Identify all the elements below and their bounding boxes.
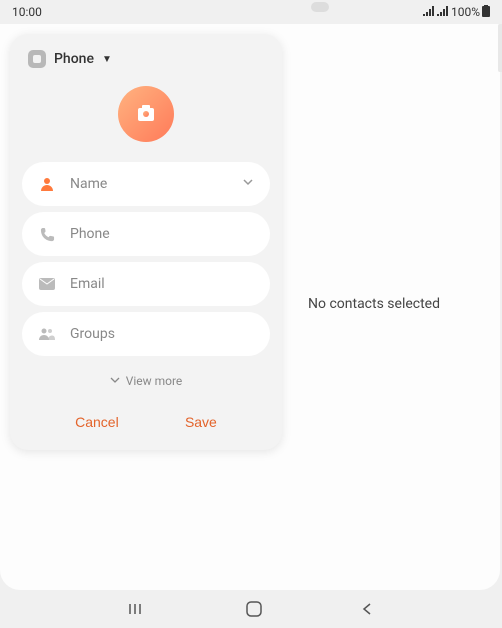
edge-panel-handle[interactable] — [498, 24, 502, 72]
name-field[interactable]: Name — [22, 162, 270, 206]
phone-field[interactable]: Phone — [22, 212, 270, 256]
account-label: Phone — [54, 51, 94, 67]
groups-label: Groups — [70, 326, 254, 342]
status-bar: 10:00 100% — [0, 0, 502, 24]
groups-icon — [38, 325, 56, 343]
signal-icon — [423, 5, 435, 19]
name-label: Name — [70, 176, 228, 192]
battery-icon — [482, 5, 490, 20]
phone-label: Phone — [70, 226, 254, 242]
phone-storage-icon — [28, 50, 46, 68]
view-more-label: View more — [126, 374, 183, 388]
battery-text: 100% — [451, 5, 480, 19]
home-button[interactable] — [246, 601, 262, 617]
email-label: Email — [70, 276, 254, 292]
groups-field[interactable]: Groups — [22, 312, 270, 356]
empty-state-text: No contacts selected — [308, 296, 440, 312]
front-camera-notch — [311, 2, 329, 12]
chevron-down-icon — [110, 376, 120, 387]
action-row: Cancel Save — [22, 396, 270, 438]
storage-account-selector[interactable]: Phone ▼ — [22, 46, 270, 78]
signal-icon-2 — [437, 5, 449, 19]
email-field[interactable]: Email — [22, 262, 270, 306]
clock-text: 10:00 — [12, 5, 42, 19]
status-icons: 100% — [423, 5, 490, 20]
dropdown-caret-icon: ▼ — [102, 54, 112, 65]
view-more-button[interactable]: View more — [22, 362, 270, 396]
cancel-button[interactable]: Cancel — [75, 414, 119, 430]
save-button[interactable]: Save — [185, 414, 217, 430]
navigation-bar — [0, 590, 502, 628]
expand-name-icon[interactable] — [242, 176, 254, 192]
back-button[interactable] — [361, 602, 373, 616]
camera-icon — [138, 108, 154, 121]
photo-row — [22, 78, 270, 162]
add-photo-button[interactable] — [118, 86, 174, 142]
recents-button[interactable] — [129, 602, 147, 616]
create-contact-panel: Phone ▼ Name Phone Email Groups — [10, 34, 282, 450]
person-icon — [38, 175, 56, 193]
phone-icon — [38, 225, 56, 243]
email-icon — [38, 275, 56, 293]
